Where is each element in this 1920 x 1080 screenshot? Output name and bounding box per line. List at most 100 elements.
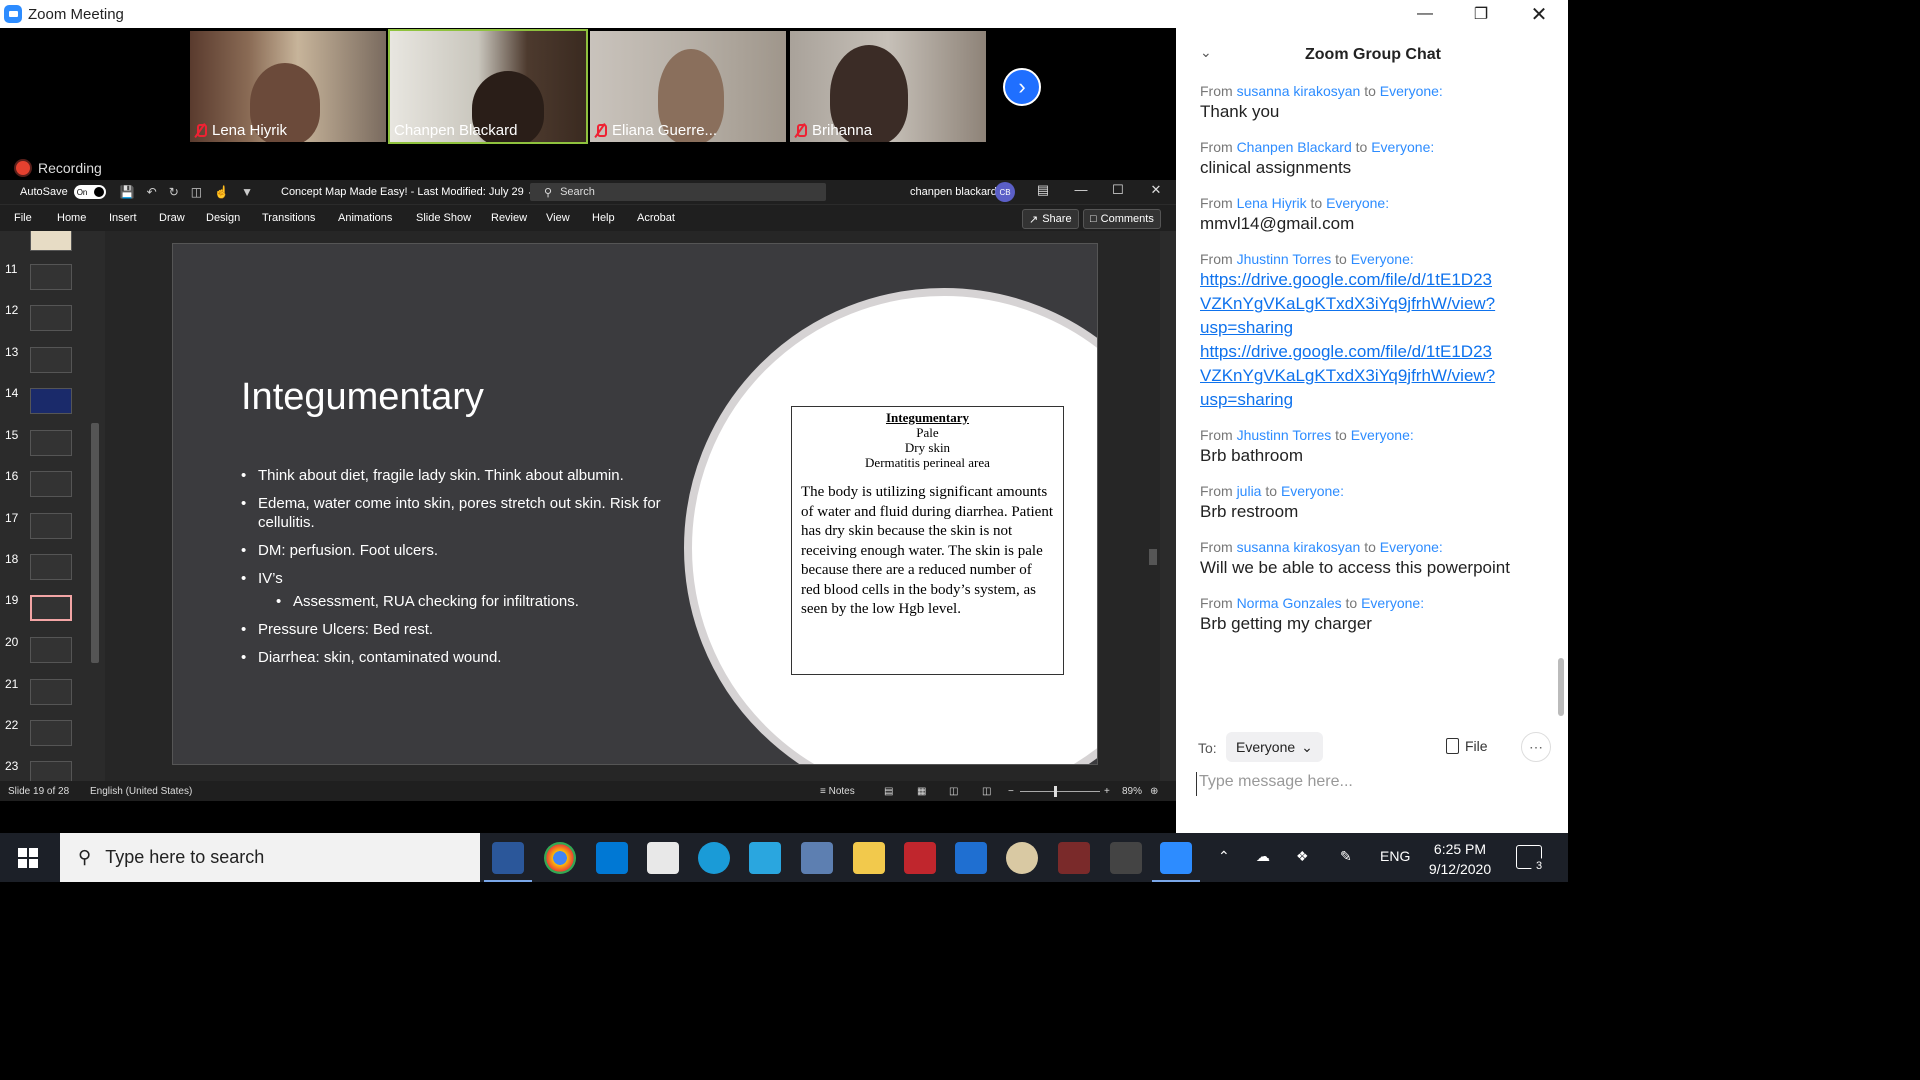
participant-tile[interactable]: Brihanna <box>790 31 986 142</box>
ppt-maximize-button[interactable]: ☐ <box>1103 182 1133 198</box>
tab-transitions[interactable]: Transitions <box>262 212 315 224</box>
mail-app-icon[interactable] <box>596 842 628 874</box>
store-app-icon[interactable] <box>647 842 679 874</box>
minimize-button[interactable]: — <box>1396 0 1454 28</box>
more-options-icon[interactable]: ⋯ <box>1521 732 1551 762</box>
customize-toolbar-icon[interactable]: ▼ <box>241 185 253 199</box>
slide-thumbnail[interactable]: 22 <box>0 718 90 758</box>
chevron-up-icon[interactable]: ⌃ <box>1218 848 1230 865</box>
comments-button[interactable]: □ Comments <box>1083 209 1161 229</box>
next-page-chevron-icon[interactable]: › <box>1003 68 1041 106</box>
zoom-level[interactable]: 89% <box>1122 786 1142 797</box>
sender-name[interactable]: Lena Hiyrik <box>1237 195 1307 211</box>
mcafee-app-icon[interactable] <box>904 842 936 874</box>
sender-name[interactable]: susanna kirakosyan <box>1237 83 1361 99</box>
onedrive-icon[interactable]: ☁ <box>1256 848 1270 865</box>
tab-slide-show[interactable]: Slide Show <box>416 212 471 224</box>
close-button[interactable]: ✕ <box>1510 0 1568 28</box>
message-link[interactable]: https://drive.google.com/file/d/1tE1D23 V… <box>1200 342 1495 409</box>
tab-help[interactable]: Help <box>592 212 615 224</box>
slide-thumbnail[interactable]: 13 <box>0 345 90 385</box>
tab-design[interactable]: Design <box>206 212 240 224</box>
tab-insert[interactable]: Insert <box>109 212 137 224</box>
slide-thumbnail-selected[interactable]: 19 <box>0 593 90 633</box>
document-title[interactable]: Concept Map Made Easy! - Last Modified: … <box>281 185 536 198</box>
windows-start-icon[interactable] <box>18 848 38 868</box>
redo-icon[interactable]: ↻ <box>169 185 179 199</box>
thumbnails-scrollbar[interactable] <box>90 237 100 777</box>
computer-app-icon[interactable] <box>801 842 833 874</box>
language-status[interactable]: English (United States) <box>90 786 192 797</box>
ppt-search-box[interactable]: ⚲ Search <box>530 183 826 201</box>
slide-thumbnail[interactable]: 18 <box>0 552 90 592</box>
participant-tile[interactable]: Lena Hiyrik <box>190 31 386 142</box>
current-slide[interactable]: Integumentary Think about diet, fragile … <box>172 243 1098 765</box>
normal-view-icon[interactable]: ▤ <box>884 786 893 797</box>
tab-view[interactable]: View <box>546 212 570 224</box>
slide-title[interactable]: Integumentary <box>241 376 484 419</box>
tab-draw[interactable]: Draw <box>159 212 185 224</box>
blackboard-app-icon[interactable] <box>1110 842 1142 874</box>
participant-tile[interactable]: Eliana Guerre... <box>590 31 786 142</box>
present-icon[interactable]: ◫ <box>191 185 202 199</box>
fit-to-window-icon[interactable]: ⊕ <box>1150 786 1158 797</box>
file-button[interactable]: File <box>1446 738 1488 754</box>
sender-name[interactable]: Jhustinn Torres <box>1237 251 1332 267</box>
slide-thumbnail[interactable]: 14 <box>0 386 90 426</box>
ribbon-display-icon[interactable]: ▤ <box>1028 182 1058 198</box>
slide-thumbnail[interactable]: 23 <box>0 759 90 781</box>
share-button[interactable]: ↗ Share <box>1022 209 1079 229</box>
l-app-icon[interactable] <box>749 842 781 874</box>
tab-review[interactable]: Review <box>491 212 527 224</box>
zoom-in-icon[interactable]: + <box>1104 786 1110 797</box>
slide-thumbnail[interactable]: 11 <box>0 262 90 302</box>
touch-mode-icon[interactable]: ☝ <box>214 185 229 199</box>
word-app-icon[interactable] <box>484 842 532 882</box>
tab-animations[interactable]: Animations <box>338 212 392 224</box>
concept-textbox[interactable]: Integumentary Pale Dry skin Dermatitis p… <box>791 406 1064 675</box>
reading-view-icon[interactable]: ◫ <box>949 786 958 797</box>
slide-thumbnail[interactable] <box>0 231 90 263</box>
input-language[interactable]: ENG <box>1380 848 1410 864</box>
tab-home[interactable]: Home <box>57 212 86 224</box>
zoom-out-icon[interactable]: − <box>1008 786 1014 797</box>
message-link[interactable]: https://drive.google.com/file/d/1tE1D23 V… <box>1200 270 1495 337</box>
sender-name[interactable]: Norma Gonzales <box>1237 595 1342 611</box>
chat-scrollbar[interactable] <box>1558 88 1564 718</box>
tab-acrobat[interactable]: Acrobat <box>637 212 675 224</box>
recipient-dropdown[interactable]: Everyone ⌄ <box>1226 732 1323 762</box>
pen-icon[interactable]: ✎ <box>1340 848 1352 865</box>
sender-name[interactable]: Jhustinn Torres <box>1237 427 1332 443</box>
dropbox-icon[interactable]: ❖ <box>1296 848 1309 865</box>
zoom-app-icon[interactable] <box>1152 842 1200 882</box>
slide-thumbnail[interactable]: 15 <box>0 428 90 468</box>
ppt-minimize-button[interactable]: — <box>1066 182 1096 197</box>
paint-app-icon[interactable] <box>1006 842 1038 874</box>
slide-thumbnail[interactable]: 20 <box>0 635 90 675</box>
chrome-app-icon[interactable] <box>544 842 576 874</box>
tools-app-icon[interactable] <box>1058 842 1090 874</box>
editor-scrollbar[interactable] <box>1146 231 1160 781</box>
zoom-slider[interactable] <box>1020 786 1100 797</box>
slide-thumbnail[interactable]: 21 <box>0 677 90 717</box>
slide-bullet-list[interactable]: Think about diet, fragile lady skin. Thi… <box>241 466 661 676</box>
ppt-close-button[interactable]: ✕ <box>1141 182 1171 198</box>
slide-sorter-icon[interactable]: ▦ <box>917 786 926 797</box>
slideshow-view-icon[interactable]: ◫ <box>982 786 991 797</box>
slide-thumbnail[interactable]: 17 <box>0 511 90 551</box>
sender-name[interactable]: Chanpen Blackard <box>1237 139 1352 155</box>
slide-thumbnail[interactable]: 12 <box>0 303 90 343</box>
system-clock[interactable]: 6:25 PM 9/12/2020 <box>1418 839 1502 879</box>
notification-center-icon[interactable]: 3 <box>1516 845 1547 874</box>
notes-button[interactable]: ≡ Notes <box>820 786 855 797</box>
tab-file[interactable]: File <box>14 212 32 224</box>
sender-name[interactable]: julia <box>1237 483 1262 499</box>
slide-thumbnail[interactable]: 16 <box>0 469 90 509</box>
avatar[interactable]: CB <box>995 182 1015 202</box>
edge-app-icon[interactable] <box>698 842 730 874</box>
taskbar-search-box[interactable]: ⚲ Type here to search <box>60 833 480 882</box>
autosave-toggle[interactable]: On <box>73 185 106 199</box>
restore-button[interactable]: ❐ <box>1452 0 1510 28</box>
participant-tile-active[interactable]: Chanpen Blackard <box>388 29 588 144</box>
chat-message-input[interactable]: Type message here... <box>1196 772 1546 796</box>
